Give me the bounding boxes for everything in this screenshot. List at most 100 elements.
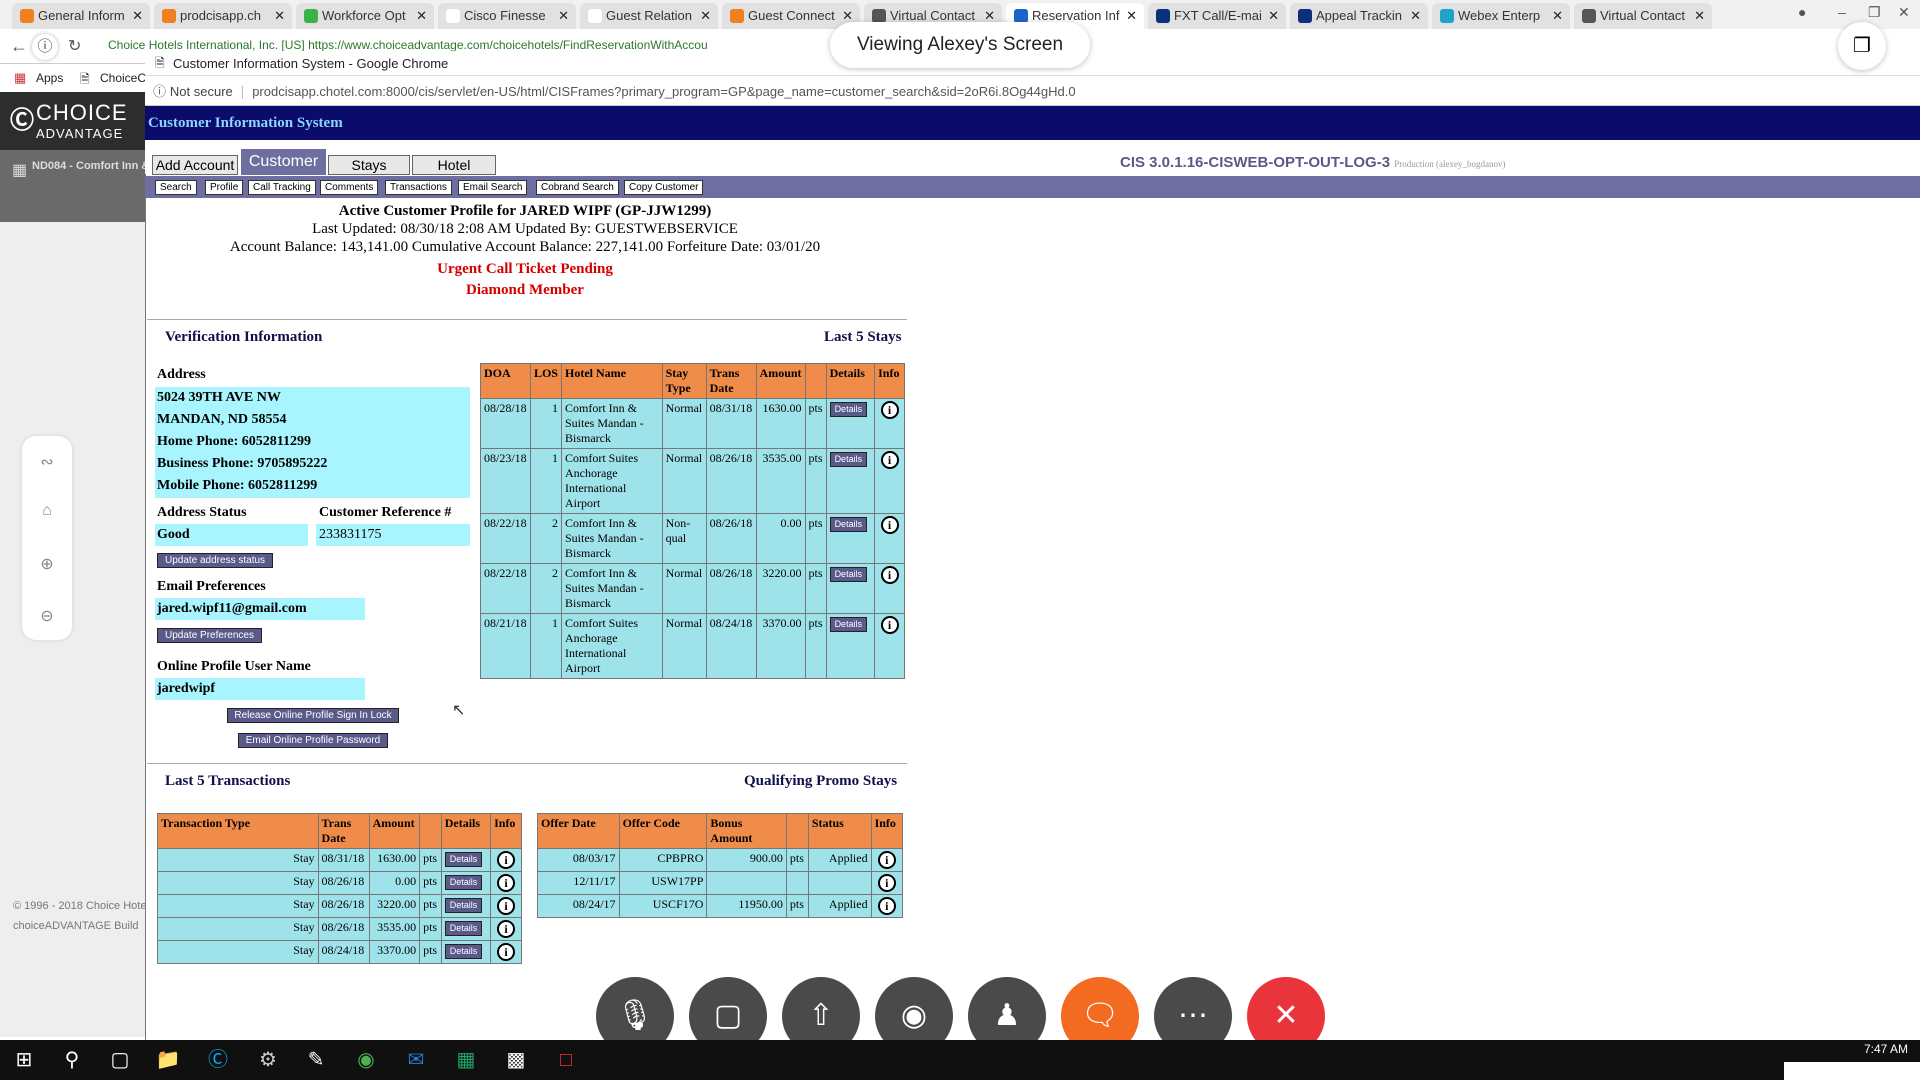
info-icon[interactable]: i (497, 920, 516, 938)
calculator-icon[interactable]: ▩ (500, 1044, 532, 1076)
notes-icon[interactable]: ✎ (300, 1044, 332, 1076)
tab-close-icon[interactable]: ✕ (700, 3, 711, 29)
details-button[interactable]: Details (444, 944, 483, 959)
info-icon[interactable]: i (880, 451, 899, 469)
details-button[interactable]: Details (444, 852, 483, 867)
info-icon[interactable]: i (497, 851, 516, 869)
browser-tab[interactable]: Virtual Contact ✕ (1574, 3, 1712, 29)
info-icon[interactable]: i (877, 874, 896, 892)
cis-address-bar[interactable]: ⓘ Not secure | prodcisapp.chotel.com:800… (145, 76, 1920, 106)
amount-cell: 3370.00 (368, 940, 421, 964)
browser-tab[interactable]: Guest Relation ✕ (580, 3, 718, 29)
update-preferences-button[interactable]: Update Preferences (157, 628, 262, 643)
table-row: 08/23/18 1 Comfort Suites Anchorage Intern… (480, 448, 905, 514)
stay-type-cell: Non-qual (661, 513, 707, 564)
info-icon[interactable]: i (880, 401, 899, 419)
tab-close-icon[interactable]: ✕ (1694, 3, 1705, 29)
windows-start-icon[interactable]: ⊞ (8, 1044, 40, 1076)
browser-tab[interactable]: Appeal Trackin ✕ (1290, 3, 1428, 29)
subnav-transactions[interactable]: Transactions (385, 180, 452, 195)
tab-close-icon[interactable]: ✕ (1126, 3, 1137, 29)
property-name[interactable]: ND084 - Comfort Inn & (32, 160, 149, 172)
maximize-icon[interactable]: ❐ (1868, 4, 1881, 21)
tab-favicon-icon (1582, 9, 1596, 23)
info-icon[interactable]: ⓘ (32, 34, 58, 60)
close-window-icon[interactable]: ✕ (1898, 4, 1910, 21)
tab-close-icon[interactable]: ✕ (416, 3, 427, 29)
info-icon[interactable]: i (497, 897, 516, 915)
subnav-call-tracking[interactable]: Call Tracking (248, 180, 316, 195)
browser-tab[interactable]: Workforce Opt ✕ (296, 3, 434, 29)
apps-grid-icon[interactable]: ▦ (14, 70, 26, 86)
tab-close-icon[interactable]: ✕ (132, 3, 143, 29)
stay-type-cell: Normal (661, 448, 707, 514)
profile-icon[interactable]: ● (1798, 4, 1806, 20)
tab-close-icon[interactable]: ✕ (274, 3, 285, 29)
outlook-icon[interactable]: ✉ (400, 1044, 432, 1076)
reload-icon[interactable]: ↻ (68, 36, 81, 56)
bookmark-apps[interactable]: Apps (36, 71, 63, 85)
info-icon[interactable]: i (880, 516, 899, 534)
details-button[interactable]: Details (444, 921, 483, 936)
release-signin-lock-button[interactable]: Release Online Profile Sign In Lock (227, 708, 399, 723)
zoom-in-icon[interactable]: ⊕ (36, 554, 58, 576)
browser-tab[interactable]: prodcisapp.ch ✕ (154, 3, 292, 29)
chrome-icon[interactable]: ◉ (350, 1044, 382, 1076)
outer-url-bar[interactable]: Choice Hotels International, Inc. [US] h… (108, 38, 828, 52)
browser-tab[interactable]: Webex Enterp ✕ (1432, 3, 1570, 29)
minimize-icon[interactable]: – (1838, 4, 1846, 20)
not-secure-icon[interactable]: ⓘ (153, 84, 166, 99)
browser-tab[interactable]: Cisco Finesse ✕ (438, 3, 576, 29)
browser-tab[interactable]: FXT Call/E-mai ✕ (1148, 3, 1286, 29)
skype-icon[interactable]: Ⓒ (202, 1044, 234, 1076)
details-button[interactable]: Details (829, 402, 868, 417)
info-icon[interactable]: i (880, 566, 899, 584)
subnav-cobrand-search[interactable]: Cobrand Search (536, 180, 619, 195)
tab-stays[interactable]: Stays (328, 155, 410, 175)
tab-close-icon[interactable]: ✕ (558, 3, 569, 29)
file-explorer-icon[interactable]: 📁 (152, 1044, 184, 1076)
bookmark-choice[interactable]: ChoiceC (100, 71, 146, 85)
subnav-email-search[interactable]: Email Search (458, 180, 528, 195)
tab-close-icon[interactable]: ✕ (1410, 3, 1421, 29)
info-icon[interactable]: i (497, 943, 516, 961)
remote-control-icon[interactable]: ⌂ (36, 502, 58, 524)
pdf-icon[interactable]: □ (550, 1044, 582, 1076)
zoom-out-icon[interactable]: ⊖ (36, 606, 58, 628)
browser-tab[interactable]: General Inform ✕ (12, 3, 150, 29)
tray-area (1784, 1062, 1920, 1080)
email-password-button[interactable]: Email Online Profile Password (238, 733, 388, 748)
tab-hotel[interactable]: Hotel (412, 155, 496, 175)
subnav-comments[interactable]: Comments (320, 180, 379, 195)
tab-close-icon[interactable]: ✕ (1268, 3, 1279, 29)
cis-app-bar: Customer Information System (145, 106, 1920, 140)
trans-date-cell: 08/24/18 (317, 940, 370, 964)
not-secure-label[interactable]: Not secure (170, 84, 233, 99)
tab-close-icon[interactable]: ✕ (1552, 3, 1563, 29)
info-icon[interactable]: i (877, 897, 896, 915)
share-window-icon[interactable]: ❐ (1838, 22, 1886, 70)
details-button[interactable]: Details (829, 617, 868, 632)
tab-customer[interactable]: Customer (241, 149, 326, 175)
info-icon[interactable]: i (497, 874, 516, 892)
cis-url[interactable]: prodcisapp.chotel.com:8000/cis/servlet/e… (252, 84, 1075, 99)
excel-icon[interactable]: ▦ (450, 1044, 482, 1076)
details-button[interactable]: Details (829, 452, 868, 467)
search-icon[interactable]: ⚲ (56, 1044, 88, 1076)
details-button[interactable]: Details (829, 517, 868, 532)
details-button[interactable]: Details (829, 567, 868, 582)
subnav-copy-customer[interactable]: Copy Customer (624, 180, 704, 195)
tab-favicon-icon (1440, 9, 1454, 23)
details-button[interactable]: Details (444, 875, 483, 890)
annotate-icon[interactable]: ∾ (36, 452, 58, 474)
app-icon[interactable]: ⚙ (252, 1044, 284, 1076)
info-icon[interactable]: i (880, 616, 899, 634)
details-button[interactable]: Details (444, 898, 483, 913)
update-address-status-button[interactable]: Update address status (157, 553, 273, 568)
tab-add-account[interactable]: Add Account (152, 155, 238, 175)
subnav-profile[interactable]: Profile (205, 180, 244, 195)
back-icon[interactable]: ← (10, 36, 28, 57)
subnav-search[interactable]: Search (155, 180, 197, 195)
task-view-icon[interactable]: ▢ (104, 1044, 136, 1076)
info-icon[interactable]: i (877, 851, 896, 869)
